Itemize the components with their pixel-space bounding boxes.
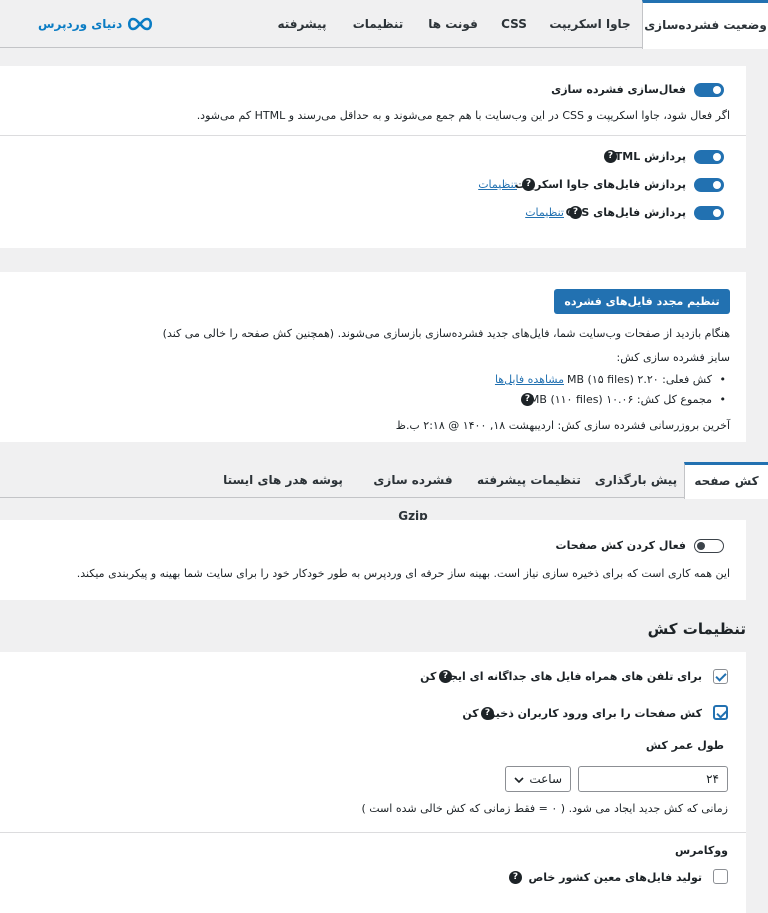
tab-javascript[interactable]: جاوا اسکریپت	[540, 0, 640, 48]
tab-page-cache[interactable]: کش صفحه	[684, 462, 768, 499]
page-cache-enable-label: فعال کردن کش صفحات	[555, 539, 686, 552]
help-icon[interactable]: ?	[439, 670, 452, 683]
infinity-logo-icon	[128, 17, 153, 31]
tab-preload[interactable]: پیش بارگذاری	[590, 462, 682, 498]
tab-advanced-settings[interactable]: تنظیمات پیشرفته	[474, 462, 584, 498]
top-tab-bar: وضعیت فشرده‌سازی جاوا اسکریپت CSS فونت ه…	[0, 0, 768, 49]
page-cache-description: این همه کاری است که برای ذخیره سازی نیاز…	[76, 567, 730, 580]
bullet: •	[719, 393, 727, 406]
lifespan-unit-select[interactable]: ساعت	[505, 766, 571, 792]
minify-cache-panel: تنظیم مجدد فایل‌های فشرده شده هنگام بازد…	[0, 272, 746, 442]
lifespan-label: طول عمر کش	[645, 739, 724, 752]
minify-enable-toggle[interactable]	[694, 83, 724, 97]
minify-panel: فعال‌سازی فشرده سازی اگر فعال شود، جاوا …	[0, 66, 746, 248]
logged-in-cache-checkbox[interactable]	[713, 705, 728, 720]
divider	[0, 832, 746, 833]
cache-tab-bar: کش صفحه پیش بارگذاری تنظیمات پیشرفته فشر…	[0, 462, 768, 523]
minify-description: اگر فعال شود، جاوا اسکریپت و CSS در این …	[196, 109, 730, 122]
cache-size-label: سایز فشرده سازی کش:	[616, 351, 730, 364]
tab-advanced[interactable]: پیشرفته	[264, 0, 340, 48]
tab-minify-status[interactable]: وضعیت فشرده‌سازی	[642, 0, 768, 49]
help-icon[interactable]: ?	[481, 707, 494, 720]
last-update: آخرین بروزرسانی فشرده سازی کش: اردیبهشت …	[395, 419, 730, 432]
lifespan-unit-value: ساعت	[529, 772, 562, 786]
woocommerce-heading: ووکامرس	[674, 844, 728, 857]
view-files-link[interactable]: مشاهده فایل‌ها	[495, 373, 564, 386]
css-label: پردازش فایل‌های CSS	[566, 206, 686, 219]
tab-css[interactable]: CSS	[488, 0, 540, 48]
page-cache-enable-toggle[interactable]	[694, 539, 724, 553]
country-files-label: تولید فایل‌های معین کشور خاص	[528, 871, 702, 884]
brand-name: دنیای وردپرس	[38, 17, 123, 31]
html-toggle[interactable]	[694, 150, 724, 164]
tab-settings[interactable]: تنظیمات	[340, 0, 416, 48]
js-toggle[interactable]	[694, 178, 724, 192]
help-icon[interactable]: ?	[604, 150, 617, 163]
css-toggle[interactable]	[694, 206, 724, 220]
js-settings-link[interactable]: تنظیمات	[478, 178, 517, 191]
help-icon[interactable]: ?	[521, 393, 534, 406]
help-icon[interactable]: ?	[509, 871, 522, 884]
cache-settings-heading: تنظیمات کش	[647, 620, 746, 638]
cache-settings-panel: برای تلفن های همراه فایل های جداگانه ای …	[0, 652, 746, 913]
logged-in-cache-label: کش صفحات را برای ورود کاربران ذخیره کن	[462, 707, 702, 720]
mobile-cache-label: برای تلفن های همراه فایل های جداگانه ای …	[420, 670, 702, 683]
tab-fonts[interactable]: فونت ها	[418, 0, 488, 48]
page-cache-panel: فعال کردن کش صفحات این همه کاری است که ب…	[0, 520, 746, 600]
mobile-cache-checkbox[interactable]	[713, 669, 728, 684]
bullet: •	[719, 373, 727, 386]
tab-static-headers[interactable]: پوشه هدر های ایستا	[214, 462, 352, 498]
lifespan-input[interactable]: ۲۴	[578, 766, 728, 792]
brand-logo[interactable]: دنیای وردپرس	[38, 14, 154, 34]
divider	[0, 135, 746, 136]
lifespan-hint: زمانی که کش جدید ایجاد می شود. ( ۰ = فقط…	[361, 802, 728, 815]
country-files-checkbox[interactable]	[713, 869, 728, 884]
current-cache-size: کش فعلی: ۲.۲۰ MB (۱۵ files)	[567, 373, 712, 386]
help-icon[interactable]: ?	[522, 178, 535, 191]
minify-enable-label: فعال‌سازی فشرده سازی	[551, 83, 686, 96]
reset-minified-files-button[interactable]: تنظیم مجدد فایل‌های فشرده شده	[554, 289, 730, 333]
html-label: پردازش HTML	[605, 150, 686, 163]
cache-description: هنگام بازدید از صفحات وب‌سایت شما، فایل‌…	[162, 327, 730, 340]
help-icon[interactable]: ?	[569, 206, 582, 219]
js-label: پردازش فایل‌های جاوا اسکریپت	[514, 178, 686, 191]
css-settings-link[interactable]: تنظیمات	[525, 206, 564, 219]
tab-gzip[interactable]: فشرده سازی Gzip	[358, 462, 468, 523]
chevron-down-icon	[514, 777, 524, 783]
total-cache-size: مجموع کل کش: ۱۰.۰۶ MB (۱۱۰ files)	[529, 393, 712, 406]
